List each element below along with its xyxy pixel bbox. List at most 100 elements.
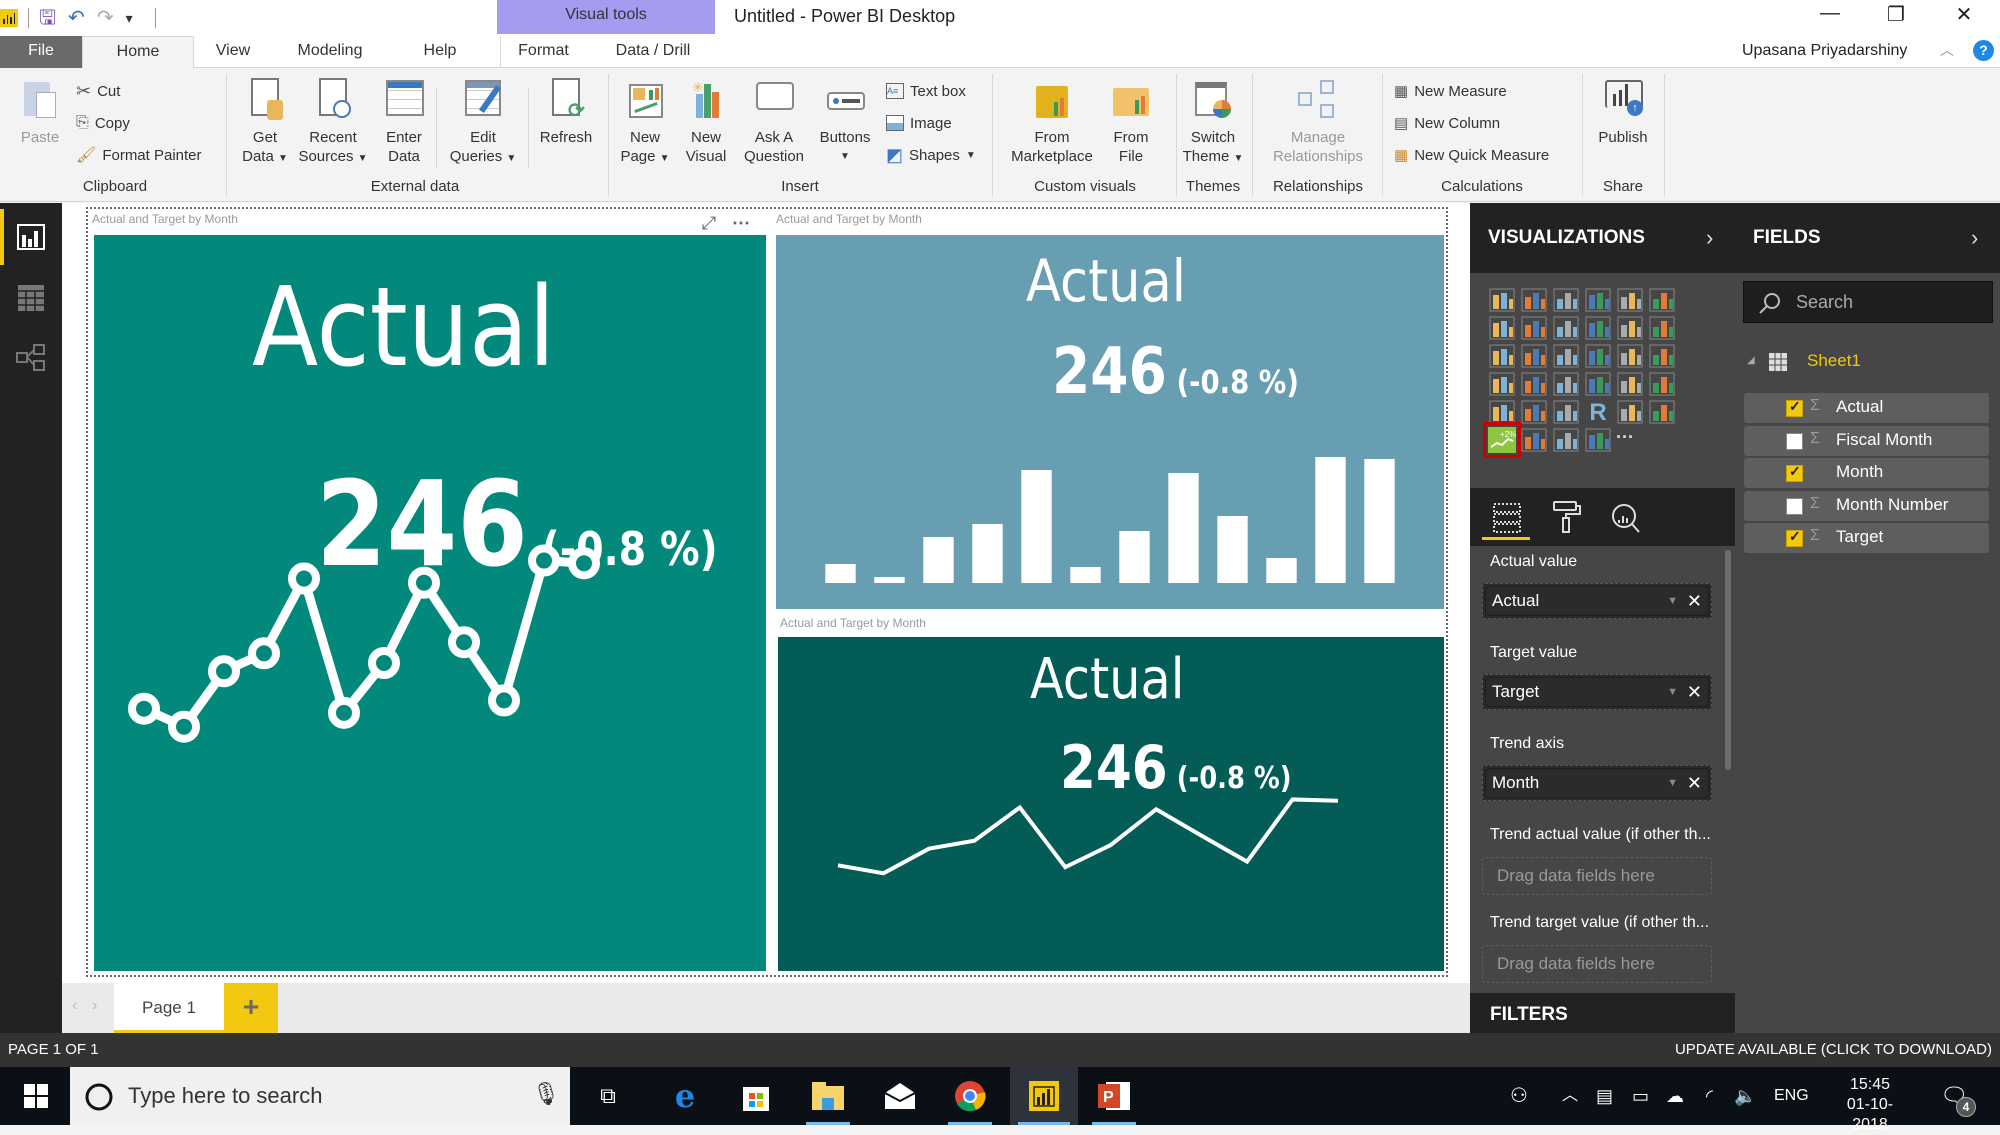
field-checkbox[interactable] [1786, 497, 1803, 515]
minimize-button[interactable]: — [1810, 2, 1850, 25]
remove-field-icon[interactable]: ✕ [1687, 587, 1702, 615]
viz-clustered-column-icon[interactable] [1584, 287, 1612, 313]
viz-100-stacked-column-icon[interactable] [1648, 287, 1676, 313]
table-name[interactable]: Sheet1 [1807, 351, 1861, 371]
chevron-down-icon[interactable]: ▼ [1667, 769, 1678, 797]
new-page-button[interactable]: New Page ▼ [618, 78, 672, 168]
viz-gauge-icon[interactable] [1552, 371, 1580, 397]
from-file-button[interactable]: From File [1108, 78, 1154, 166]
field-item-month[interactable]: Month [1744, 458, 1989, 488]
save-icon[interactable]: 🖫 [39, 8, 56, 28]
viz-pie-icon[interactable] [1552, 343, 1580, 369]
start-button[interactable] [6, 1067, 66, 1125]
paste-button[interactable]: Paste [14, 78, 66, 147]
people-icon[interactable]: ⚇ [1510, 1067, 1528, 1125]
tab-modeling[interactable]: Modeling [282, 36, 378, 68]
enter-data-button[interactable]: Enter Data [380, 78, 428, 166]
mail-app[interactable] [870, 1067, 930, 1125]
page-tab-1[interactable]: Page 1 [114, 983, 224, 1033]
field-checkbox[interactable] [1786, 432, 1803, 450]
taskbar-search-input[interactable]: Type here to search [70, 1067, 570, 1125]
publish-button[interactable]: ↑ Publish [1590, 78, 1656, 147]
model-view-button[interactable] [0, 331, 62, 387]
viz-scatter-icon[interactable] [1520, 343, 1548, 369]
tab-help[interactable]: Help [410, 36, 470, 68]
viz-slicer-icon[interactable] [1488, 399, 1516, 425]
tab-data-drill[interactable]: Data / Drill [600, 36, 706, 68]
fields-tab[interactable] [1482, 496, 1530, 540]
collapse-ribbon-icon[interactable]: ︿ [1940, 40, 1954, 60]
update-available-link[interactable]: UPDATE AVAILABLE (CLICK TO DOWNLOAD) [1675, 1041, 1992, 1058]
kpi-visual-line-markers[interactable]: Actual and Target by Month ⤢ ⋯ Actual 24… [90, 209, 770, 975]
buttons-button[interactable]: Buttons ▼ [814, 78, 876, 166]
file-explorer-app[interactable] [798, 1067, 858, 1125]
new-measure-button[interactable]: ▦ New Measure [1394, 80, 1507, 102]
viz-line-trend-icon[interactable] [1552, 427, 1580, 453]
field-item-target[interactable]: Σ Target [1744, 523, 1989, 553]
kpi-visual-line[interactable]: Actual and Target by Month Actual 246 (-… [774, 613, 1448, 975]
report-canvas[interactable]: Actual and Target by Month ⤢ ⋯ Actual 24… [62, 203, 1470, 983]
viz-more-icon[interactable]: ··· [1616, 427, 1644, 453]
viz-waterfall-icon[interactable] [1488, 343, 1516, 369]
data-view-button[interactable] [0, 269, 62, 325]
viz-kpi-indicator-icon[interactable]: +2% [1483, 422, 1521, 458]
collapse-visualizations-icon[interactable]: › [1706, 203, 1713, 273]
recent-sources-button[interactable]: Recent Sources ▼ [298, 78, 368, 168]
customize-toolbar-icon[interactable]: ▾ [126, 11, 133, 25]
well-drop-zone[interactable]: Drag data fields here [1482, 857, 1712, 895]
from-marketplace-button[interactable]: From Marketplace [1002, 78, 1102, 166]
add-page-button[interactable]: + [224, 983, 278, 1033]
viz-stacked-area-icon[interactable] [1552, 315, 1580, 341]
viz-funnel-icon[interactable] [1520, 371, 1548, 397]
viz-filled-map-icon[interactable] [1488, 371, 1516, 397]
tab-format[interactable]: Format [500, 36, 586, 68]
battery-icon[interactable]: ▭ [1632, 1067, 1649, 1125]
prev-page-icon[interactable]: ‹ [72, 997, 77, 1015]
format-tab[interactable] [1542, 496, 1590, 540]
field-item-actual[interactable]: Σ Actual [1744, 393, 1989, 423]
viz-card-icon[interactable] [1584, 371, 1612, 397]
close-button[interactable]: ✕ [1944, 2, 1984, 27]
viz-custom-bar-icon[interactable] [1584, 427, 1612, 453]
tab-view[interactable]: View [205, 36, 261, 68]
redo-icon[interactable]: ↷ [97, 8, 114, 28]
report-view-button[interactable] [0, 209, 62, 265]
clock[interactable]: 15:45 01-10-2018 [1830, 1075, 1910, 1133]
copy-button[interactable]: ⎘ Copy [76, 112, 130, 134]
viz-area-icon[interactable] [1520, 315, 1548, 341]
field-item-fiscal-month[interactable]: Σ Fiscal Month [1744, 425, 1989, 456]
shapes-button[interactable]: ◩ Shapes ▼ [886, 144, 976, 166]
well-field-actual[interactable]: Actual ▼ ✕ [1482, 583, 1712, 619]
viz-donut-icon[interactable] [1584, 343, 1612, 369]
field-checkbox[interactable] [1786, 463, 1803, 482]
viz-treemap-icon[interactable] [1616, 343, 1644, 369]
viz-line-clustered-column-icon[interactable] [1584, 315, 1612, 341]
viz-stacked-column-icon[interactable] [1520, 287, 1548, 313]
analytics-tab[interactable] [1602, 496, 1650, 540]
restore-button[interactable]: ❐ [1876, 2, 1916, 27]
language-indicator[interactable]: ENG [1774, 1067, 1809, 1125]
field-checkbox[interactable] [1786, 398, 1803, 417]
volume-icon[interactable]: 🔈 [1734, 1067, 1756, 1125]
viz-kpi-icon[interactable] [1648, 371, 1676, 397]
tab-home[interactable]: Home [82, 36, 194, 69]
well-field-month[interactable]: Month ▼ ✕ [1482, 765, 1712, 801]
viz-map-icon[interactable] [1648, 343, 1676, 369]
help-icon[interactable]: ? [1973, 40, 1994, 61]
viz-100-stacked-bar-icon[interactable] [1616, 287, 1644, 313]
cut-button[interactable]: ✂ Cut [76, 80, 120, 102]
focus-mode-icon[interactable]: ⤢ [696, 213, 722, 235]
remove-field-icon[interactable]: ✕ [1687, 769, 1702, 797]
expand-table-icon[interactable]: ◢ [1747, 355, 1755, 366]
edge-app[interactable]: e [655, 1067, 715, 1125]
chevron-down-icon[interactable]: ▼ [1667, 678, 1678, 706]
edit-queries-button[interactable]: Edit Queries ▼ [446, 78, 520, 168]
well-drop-zone[interactable]: Drag data fields here [1482, 945, 1712, 983]
next-page-icon[interactable]: › [92, 997, 97, 1015]
tab-file[interactable]: File [0, 36, 82, 68]
field-item-month-number[interactable]: Σ Month Number [1744, 490, 1989, 521]
viz-custom-kpi-icon[interactable] [1520, 427, 1548, 453]
ask-a-question-button[interactable]: Ask A Question [738, 78, 810, 166]
new-column-button[interactable]: ▤ New Column [1394, 112, 1500, 134]
task-view-button[interactable]: ⧉ [578, 1067, 638, 1125]
